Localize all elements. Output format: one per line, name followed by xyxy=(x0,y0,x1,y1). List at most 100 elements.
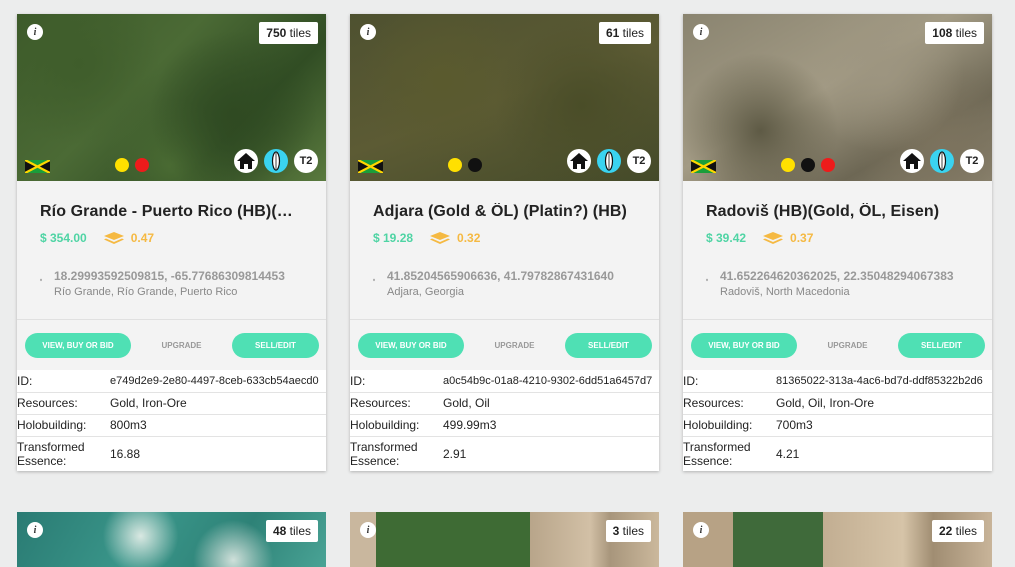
essence-value: 16.88 xyxy=(110,446,141,461)
info-icon[interactable]: i xyxy=(693,24,709,40)
table-row: Transformed Essence: 2.91 xyxy=(350,436,659,471)
place-name: Río Grande, Río Grande, Puerto Rico xyxy=(54,286,238,298)
price-value: $ 39.42 xyxy=(706,231,747,245)
essence-label: Transformed Essence: xyxy=(683,439,751,468)
resource-dots xyxy=(781,158,835,172)
layers-icon xyxy=(103,232,124,244)
jamaica-flag-icon xyxy=(25,160,50,173)
home-icon xyxy=(234,149,258,173)
info-icon[interactable]: i xyxy=(360,522,376,538)
price-row: $ 19.28 0.32 xyxy=(373,231,637,245)
table-row: Transformed Essence: 4.21 xyxy=(683,436,992,471)
tiles-badge: 108 tiles xyxy=(925,22,984,44)
location-block: 18.29993592509815, -65.77686309814453 Rí… xyxy=(40,269,304,298)
resources-label: Resources: xyxy=(17,396,78,410)
yield-value: 0.37 xyxy=(790,231,814,245)
property-title[interactable]: Radoviš (HB)(Gold, ÖL, Eisen) xyxy=(706,203,970,221)
view-buy-bid-button[interactable]: VIEW, BUY OR BID xyxy=(25,332,131,358)
card-actions: VIEW, BUY OR BID UPGRADE SELL/EDIT xyxy=(350,320,659,370)
upgrade-button[interactable]: UPGRADE xyxy=(161,341,201,350)
upgrade-button[interactable]: UPGRADE xyxy=(494,341,534,350)
id-label: ID: xyxy=(17,373,33,388)
card-body: Río Grande - Puerto Rico (HB)(Gold,Eisen… xyxy=(17,181,326,319)
holobuilding-label: Holobuilding: xyxy=(17,418,87,432)
info-icon[interactable]: i xyxy=(27,24,43,40)
tier-badge: T2 xyxy=(960,149,984,173)
sell-edit-button[interactable]: SELL/EDIT xyxy=(564,332,652,358)
tiles-badge: 22 tiles xyxy=(931,520,984,542)
property-details-table: ID: a0c54b9c-01a8-4210-9302-6dd51a6457d7 … xyxy=(350,370,659,471)
resource-dot xyxy=(135,158,149,172)
essence-label: Transformed Essence: xyxy=(17,439,85,468)
place-name: Radoviš, North Macedonia xyxy=(720,286,850,298)
satellite-thumbnail[interactable]: i 3 tiles xyxy=(350,512,659,567)
resource-dots xyxy=(448,158,482,172)
resources-value: Gold, Oil xyxy=(443,396,490,410)
resource-dots xyxy=(115,158,149,172)
jamaica-flag-icon xyxy=(358,160,383,173)
surfboard-icon xyxy=(597,149,621,173)
place-name: Adjara, Georgia xyxy=(387,286,465,298)
feature-badges: T2 xyxy=(567,149,651,173)
table-row: Resources: Gold, Iron-Ore xyxy=(17,392,326,414)
resource-dot xyxy=(448,158,462,172)
satellite-thumbnail[interactable]: i 61 tiles T2 xyxy=(350,14,659,181)
info-icon[interactable]: i xyxy=(360,24,376,40)
id-value: e749d2e9-2e80-4497-8ceb-633cb54aecd0 xyxy=(110,374,319,387)
info-icon[interactable]: i xyxy=(693,522,709,538)
sell-edit-button[interactable]: SELL/EDIT xyxy=(231,332,319,358)
view-buy-bid-button[interactable]: VIEW, BUY OR BID xyxy=(691,332,797,358)
holobuilding-value: 499.99m3 xyxy=(443,418,497,432)
table-row: Holobuilding: 700m3 xyxy=(683,414,992,436)
property-grid: i 750 tiles T2 Río Grande - Puerto Rico … xyxy=(0,0,1015,567)
satellite-thumbnail[interactable]: i 750 tiles T2 xyxy=(17,14,326,181)
card-body: Adjara (Gold & ÖL) (Platin?) (HB) $ 19.2… xyxy=(350,181,659,319)
table-row: Resources: Gold, Oil xyxy=(350,392,659,414)
card-actions: VIEW, BUY OR BID UPGRADE SELL/EDIT xyxy=(683,320,992,370)
table-row: ID: 81365022-313a-4ac6-bd7d-ddf85322b2d6 xyxy=(683,370,992,392)
info-icon[interactable]: i xyxy=(27,522,43,538)
coordinates: 18.29993592509815, -65.77686309814453 xyxy=(54,269,285,283)
location-pin-icon xyxy=(373,278,375,282)
property-details-table: ID: e749d2e9-2e80-4497-8ceb-633cb54aecd0 … xyxy=(17,370,326,471)
table-row: Holobuilding: 800m3 xyxy=(17,414,326,436)
price-value: $ 19.28 xyxy=(373,231,414,245)
home-icon xyxy=(567,149,591,173)
location-block: 41.652264620362025, 22.35048294067383 Ra… xyxy=(706,269,970,298)
sell-edit-button[interactable]: SELL/EDIT xyxy=(897,332,985,358)
card-body: Radoviš (HB)(Gold, ÖL, Eisen) $ 39.42 0.… xyxy=(683,181,992,319)
essence-value: 4.21 xyxy=(776,446,800,461)
resource-dot xyxy=(468,158,482,172)
resources-label: Resources: xyxy=(683,396,744,410)
satellite-thumbnail[interactable]: i 48 tiles xyxy=(17,512,326,567)
id-label: ID: xyxy=(683,373,699,388)
home-icon xyxy=(900,149,924,173)
table-row: Holobuilding: 499.99m3 xyxy=(350,414,659,436)
property-card: i 61 tiles T2 Adjara (Gold & ÖL) (Platin… xyxy=(350,14,659,471)
resource-dot xyxy=(781,158,795,172)
resources-value: Gold, Oil, Iron-Ore xyxy=(776,396,875,410)
layers-icon xyxy=(430,232,451,244)
property-title[interactable]: Adjara (Gold & ÖL) (Platin?) (HB) xyxy=(373,203,637,221)
property-title[interactable]: Río Grande - Puerto Rico (HB)(Gold,Eisen… xyxy=(40,203,304,221)
tiles-badge: 61 tiles xyxy=(598,22,651,44)
property-card: i 108 tiles T2 Radoviš (HB)(Gold, ÖL, Ei… xyxy=(683,14,992,471)
satellite-thumbnail[interactable]: i 22 tiles xyxy=(683,512,992,567)
holobuilding-label: Holobuilding: xyxy=(683,418,753,432)
feature-badges: T2 xyxy=(900,149,984,173)
coordinates: 41.652264620362025, 22.35048294067383 xyxy=(720,269,954,283)
price-value: $ 354.00 xyxy=(40,231,87,245)
view-buy-bid-button[interactable]: VIEW, BUY OR BID xyxy=(358,332,464,358)
card-actions: VIEW, BUY OR BID UPGRADE SELL/EDIT xyxy=(17,320,326,370)
upgrade-button[interactable]: UPGRADE xyxy=(827,341,867,350)
satellite-thumbnail[interactable]: i 108 tiles T2 xyxy=(683,14,992,181)
table-row: ID: a0c54b9c-01a8-4210-9302-6dd51a6457d7 xyxy=(350,370,659,392)
property-card: i 750 tiles T2 Río Grande - Puerto Rico … xyxy=(17,14,326,471)
resources-value: Gold, Iron-Ore xyxy=(110,396,187,410)
holobuilding-value: 800m3 xyxy=(110,418,147,432)
resource-dot xyxy=(821,158,835,172)
resource-dot xyxy=(801,158,815,172)
surfboard-icon xyxy=(264,149,288,173)
feature-badges: T2 xyxy=(234,149,318,173)
location-pin-icon xyxy=(40,278,42,282)
